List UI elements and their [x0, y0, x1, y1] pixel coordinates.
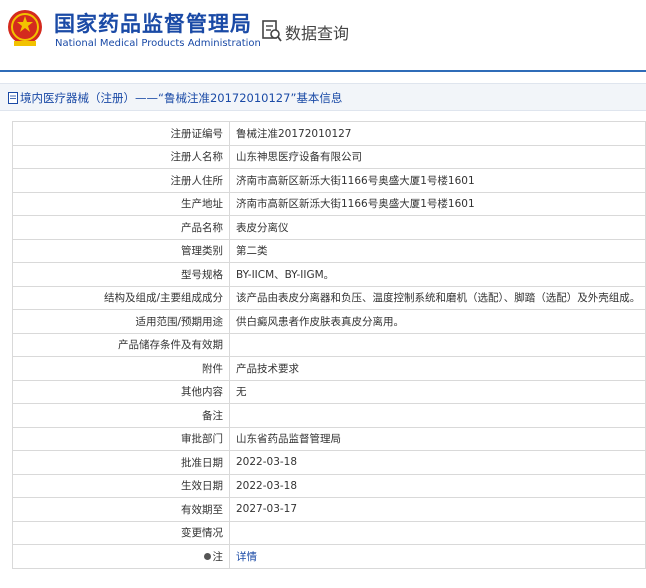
field-value: BY-IICM、BY-IIGM。	[229, 262, 646, 287]
field-label: 注册人名称	[12, 144, 230, 169]
field-value: 2022-03-18	[229, 473, 646, 498]
note-row: 注详情	[12, 544, 646, 569]
field-label: 产品储存条件及有效期	[12, 332, 230, 357]
table-row: 注册人名称 山东神思医疗设备有限公司	[12, 144, 646, 169]
field-value: 济南市高新区新泺大街1166号奥盛大厦1号楼1601	[229, 191, 646, 216]
field-label: 变更情况	[12, 520, 230, 545]
field-value: 第二类	[229, 238, 646, 263]
note-label: 注	[212, 550, 224, 563]
data-query-link[interactable]: 数据查询	[285, 20, 349, 44]
header-divider	[0, 70, 646, 72]
table-row: 批准日期 2022-03-18	[12, 450, 646, 475]
field-value: 2027-03-17	[229, 497, 646, 522]
field-label: 审批部门	[12, 426, 230, 451]
registration-info-table: 注册证编号 鲁械注准20172010127 注册人名称 山东神思医疗设备有限公司 注册人…	[12, 121, 646, 569]
field-value: 2022-03-18	[229, 450, 646, 475]
table-row: 管理类别 第二类	[12, 238, 646, 263]
table-row: 有效期至 2027-03-17	[12, 497, 646, 522]
field-label: 管理类别	[12, 238, 230, 263]
field-value: 该产品由表皮分离器和负压、温度控制系统和磨机（选配）、脚踏（选配）及外壳组成。	[229, 285, 646, 310]
field-value: 山东神思医疗设备有限公司	[229, 144, 646, 169]
field-value: 山东省药品监督管理局	[229, 426, 646, 451]
field-value	[229, 520, 646, 545]
field-label: 有效期至	[12, 497, 230, 522]
table-row: 结构及组成/主要组成成分 该产品由表皮分离器和负压、温度控制系统和磨机（选配）、脚…	[12, 285, 646, 310]
field-value	[229, 403, 646, 428]
table-row: 其他内容无	[12, 379, 646, 404]
field-value: 无	[229, 379, 646, 404]
note-label-cell: 注	[12, 544, 230, 569]
table-row: 型号规格 BY-IICM、BY-IIGM。	[12, 262, 646, 287]
table-row: 注册证编号 鲁械注准20172010127	[12, 121, 646, 146]
bullet-icon	[203, 553, 211, 561]
site-title: 国家药品监督管理局	[54, 12, 252, 36]
table-row: 注册人住所 济南市高新区新泺大街1166号奥盛大厦1号楼1601	[12, 168, 646, 193]
details-link[interactable]: 详情	[236, 551, 257, 563]
site-header: 国家药品监督管理局 National Medical Products Admi…	[0, 0, 646, 70]
field-label: 备注	[12, 403, 230, 428]
field-label: 生产地址	[12, 191, 230, 216]
document-icon	[8, 92, 18, 104]
field-label: 产品名称	[12, 215, 230, 240]
field-value: 表皮分离仪	[229, 215, 646, 240]
breadcrumb: 境内医疗器械（注册）——“鲁械注准20172010127”基本信息	[0, 83, 646, 111]
field-label: 其他内容	[12, 379, 230, 404]
field-label: 注册人住所	[12, 168, 230, 193]
breadcrumb-text: 境内医疗器械（注册）——“鲁械注准20172010127”基本信息	[20, 91, 343, 105]
field-label: 附件	[12, 356, 230, 381]
field-value: 产品技术要求	[229, 356, 646, 381]
table-row: 产品储存条件及有效期	[12, 332, 646, 357]
field-label: 注册证编号	[12, 121, 230, 146]
table-row: 备注	[12, 403, 646, 428]
field-value: 鲁械注准20172010127	[229, 121, 646, 146]
table-row: 生效日期 2022-03-18	[12, 473, 646, 498]
national-emblem-icon	[8, 10, 42, 46]
table-row: 附件 产品技术要求	[12, 356, 646, 381]
field-label: 型号规格	[12, 262, 230, 287]
table-row: 变更情况	[12, 520, 646, 545]
field-label: 结构及组成/主要组成成分	[12, 285, 230, 310]
data-query-icon[interactable]	[262, 20, 282, 42]
table-row: 产品名称 表皮分离仪	[12, 215, 646, 240]
note-value-cell: 详情	[229, 544, 646, 569]
field-value: 济南市高新区新泺大街1166号奥盛大厦1号楼1601	[229, 168, 646, 193]
field-label: 适用范围/预期用途	[12, 309, 230, 334]
field-value	[229, 332, 646, 357]
field-label: 生效日期	[12, 473, 230, 498]
table-row: 生产地址 济南市高新区新泺大街1166号奥盛大厦1号楼1601	[12, 191, 646, 216]
field-value: 供白癜风患者作皮肤表真皮分离用。	[229, 309, 646, 334]
site-title-english: National Medical Products Administration	[55, 38, 261, 49]
table-row: 适用范围/预期用途 供白癜风患者作皮肤表真皮分离用。	[12, 309, 646, 334]
table-row: 审批部门 山东省药品监督管理局	[12, 426, 646, 451]
field-label: 批准日期	[12, 450, 230, 475]
